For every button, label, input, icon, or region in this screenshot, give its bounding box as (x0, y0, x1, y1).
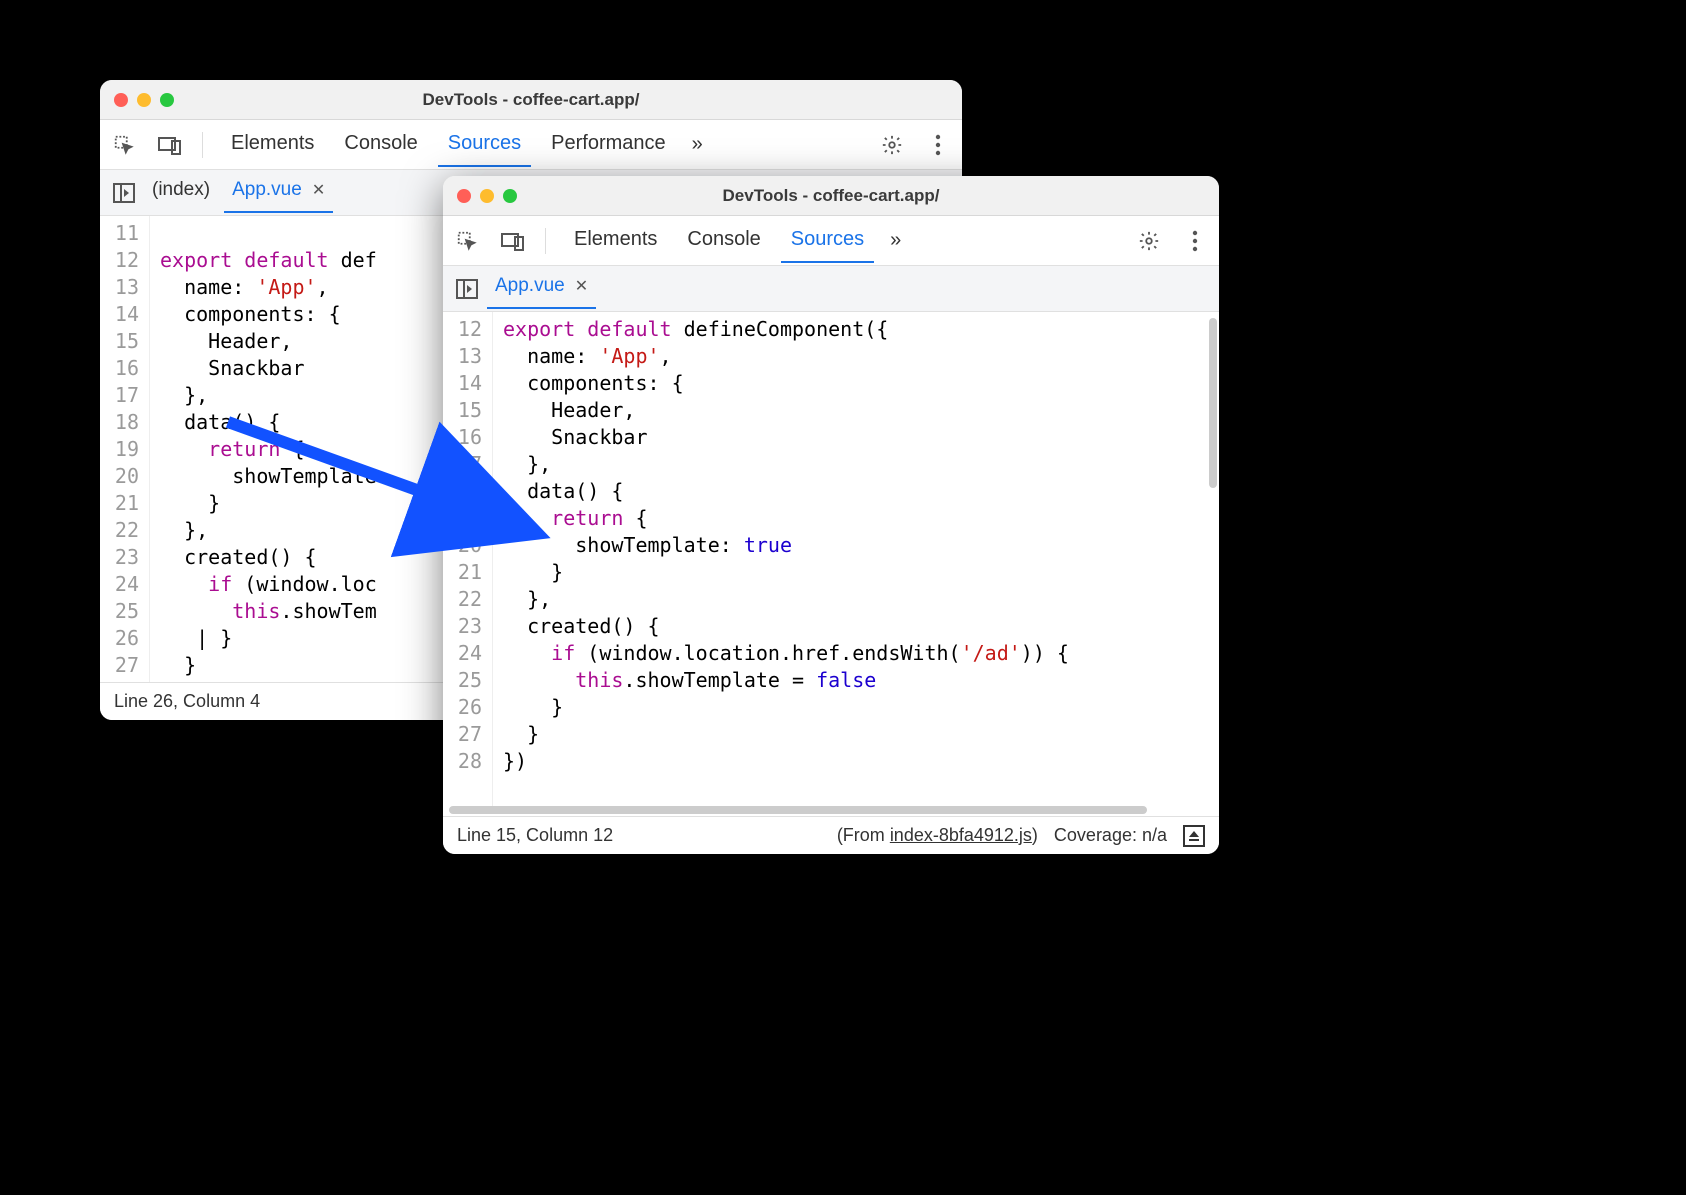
inspect-icon[interactable] (110, 131, 138, 159)
device-toolbar-icon[interactable] (156, 131, 184, 159)
horizontal-scrollbar[interactable] (443, 806, 1219, 816)
code-content[interactable]: export default defineComponent({ name: '… (493, 312, 1219, 806)
line-gutter: 12 13 14 15 16 17 18 19 20 21 22 23 24 2… (443, 312, 493, 806)
tab-console[interactable]: Console (334, 122, 427, 167)
toolbar-divider (202, 132, 203, 158)
source-map-from: (From index-8bfa4912.js) (837, 825, 1038, 846)
gear-icon[interactable] (878, 131, 906, 159)
file-tab-app-vue[interactable]: App.vue ✕ (224, 173, 333, 213)
cursor-position: Line 15, Column 12 (457, 825, 613, 846)
main-toolbar: Elements Console Sources Performance » (100, 120, 962, 170)
zoom-window-button[interactable] (160, 93, 174, 107)
file-tabs-bar: App.vue ✕ (443, 266, 1219, 312)
close-window-button[interactable] (114, 93, 128, 107)
eject-icon[interactable] (1183, 825, 1205, 847)
tab-performance[interactable]: Performance (541, 122, 676, 167)
window-title: DevTools - coffee-cart.app/ (100, 90, 962, 110)
more-tabs-button[interactable]: » (686, 127, 709, 162)
coverage-label: Coverage: n/a (1054, 825, 1167, 846)
zoom-window-button[interactable] (503, 189, 517, 203)
kebab-icon[interactable] (1181, 227, 1209, 255)
inspect-icon[interactable] (453, 227, 481, 255)
file-tab-label: App.vue (232, 179, 302, 201)
close-icon[interactable]: ✕ (575, 276, 588, 296)
close-window-button[interactable] (457, 189, 471, 203)
status-bar: Line 15, Column 12 (From index-8bfa4912.… (443, 816, 1219, 854)
device-toolbar-icon[interactable] (499, 227, 527, 255)
traffic-lights (114, 93, 174, 107)
tab-elements[interactable]: Elements (221, 122, 324, 167)
panel-tabs: Elements Console Sources Performance » (221, 122, 860, 167)
line-gutter: 11 12 13 14 15 16 17 18 19 20 21 22 23 2… (100, 216, 150, 682)
file-tab-label: (index) (152, 179, 210, 201)
window-title: DevTools - coffee-cart.app/ (443, 186, 1219, 206)
close-icon[interactable]: ✕ (312, 180, 325, 200)
devtools-window-b: DevTools - coffee-cart.app/ Elements Con… (443, 176, 1219, 854)
file-tab-index[interactable]: (index) (144, 173, 218, 213)
titlebar[interactable]: DevTools - coffee-cart.app/ (443, 176, 1219, 216)
minimize-window-button[interactable] (480, 189, 494, 203)
gear-icon[interactable] (1135, 227, 1163, 255)
toolbar-divider (545, 228, 546, 254)
file-tab-label: App.vue (495, 275, 565, 297)
tab-elements[interactable]: Elements (564, 218, 667, 263)
file-tab-app-vue[interactable]: App.vue ✕ (487, 269, 596, 309)
kebab-icon[interactable] (924, 131, 952, 159)
navigator-panel-icon[interactable] (110, 179, 138, 207)
minimize-window-button[interactable] (137, 93, 151, 107)
tab-sources[interactable]: Sources (438, 122, 531, 167)
main-toolbar: Elements Console Sources » (443, 216, 1219, 266)
vertical-scrollbar[interactable] (1209, 318, 1217, 488)
traffic-lights (457, 189, 517, 203)
more-tabs-button[interactable]: » (884, 223, 907, 258)
panel-tabs: Elements Console Sources » (564, 218, 907, 263)
tab-sources[interactable]: Sources (781, 218, 874, 263)
tab-console[interactable]: Console (677, 218, 770, 263)
code-editor[interactable]: 12 13 14 15 16 17 18 19 20 21 22 23 24 2… (443, 312, 1219, 806)
cursor-position: Line 26, Column 4 (114, 691, 260, 712)
titlebar[interactable]: DevTools - coffee-cart.app/ (100, 80, 962, 120)
navigator-panel-icon[interactable] (453, 275, 481, 303)
source-map-link[interactable]: index-8bfa4912.js (890, 825, 1032, 845)
